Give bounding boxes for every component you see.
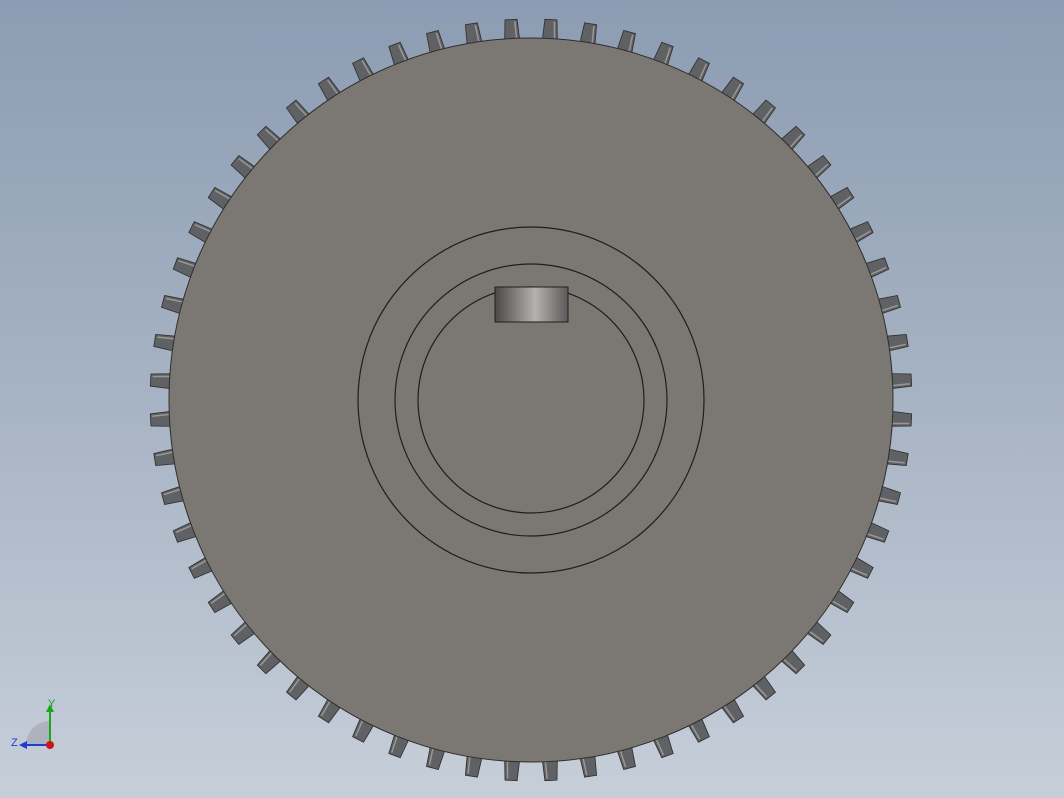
gear-part[interactable] (149, 18, 913, 782)
y-axis-label: Y (48, 698, 56, 710)
z-axis-arrow (19, 741, 27, 749)
z-axis-label: Z (11, 737, 18, 749)
keyway (494, 286, 569, 323)
triad-quarter-disc (26, 721, 50, 745)
gear-face (168, 37, 894, 763)
x-axis-dot (46, 741, 54, 749)
model-viewport[interactable] (0, 0, 1064, 798)
axis-triad: Y Z (11, 698, 56, 749)
